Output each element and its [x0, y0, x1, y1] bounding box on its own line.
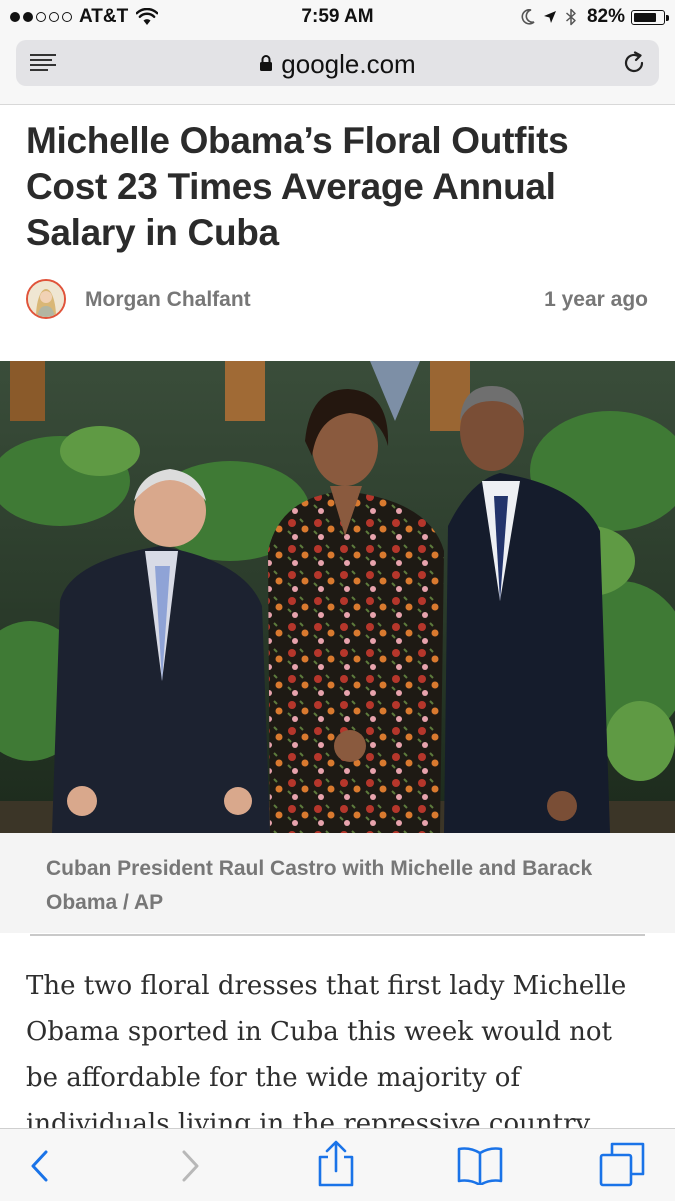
author-name[interactable]: Morgan Chalfant [85, 288, 251, 312]
share-icon[interactable] [316, 1139, 356, 1189]
publish-time: 1 year ago [544, 288, 648, 311]
tabs-icon[interactable] [598, 1141, 646, 1189]
battery-percent: 82% [586, 6, 625, 27]
forward-icon[interactable] [178, 1149, 202, 1183]
photo-caption: Cuban President Raul Castro with Michell… [46, 857, 593, 914]
address-bar[interactable]: google.com [16, 40, 659, 86]
browser-address-area: google.com [0, 34, 675, 105]
url-text: google.com [281, 49, 416, 79]
author-avatar[interactable] [26, 279, 66, 319]
divider [30, 934, 645, 936]
article-photo[interactable] [0, 361, 675, 833]
photo-illustration [0, 361, 675, 833]
reload-icon[interactable] [621, 50, 647, 76]
url-display[interactable]: google.com [16, 49, 659, 80]
back-icon[interactable] [28, 1149, 52, 1183]
status-bar: AT&T 7:59 AM 82% [0, 0, 675, 34]
lock-icon [260, 55, 273, 72]
byline: Morgan Chalfant 1 year ago [26, 279, 648, 323]
browser-toolbar [0, 1128, 675, 1201]
bookmarks-icon[interactable] [456, 1145, 504, 1185]
moon-icon [521, 9, 535, 25]
article-body: The two floral dresses that first lady M… [26, 971, 627, 1139]
photo-caption-area: Cuban President Raul Castro with Michell… [0, 833, 675, 933]
status-right: 82% [513, 5, 669, 29]
article-headline: Michelle Obama’s Floral Outfits Cost 23 … [26, 120, 569, 253]
battery-icon [631, 9, 669, 25]
avatar-portrait-icon [28, 281, 64, 317]
bluetooth-icon [565, 8, 576, 26]
battery-fill [634, 12, 656, 22]
location-arrow-icon [543, 11, 556, 23]
